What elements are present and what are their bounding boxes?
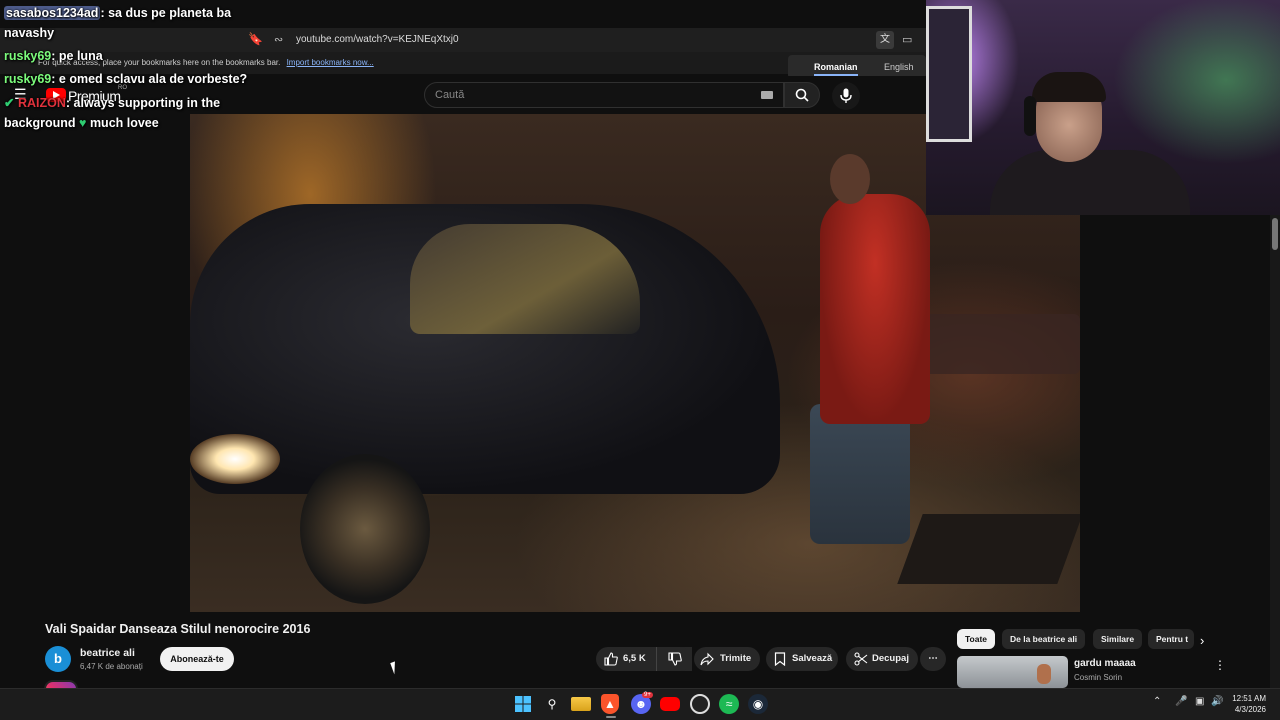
subscribe-button[interactable]: Abonează-te	[160, 647, 234, 671]
thumbs-down-icon	[668, 652, 682, 666]
chevron-right-icon[interactable]: ›	[1200, 633, 1204, 648]
clip-label: Decupaj	[872, 653, 909, 664]
discord-badge: 9+	[642, 692, 653, 698]
save-button[interactable]: Salvează	[766, 647, 838, 671]
chat-username: RAIZON	[17, 96, 66, 110]
chat-message: sasabos1234ad: sa dus pe planeta ba	[4, 6, 231, 21]
windows-logo-icon	[515, 696, 531, 712]
site-info-icon[interactable]: ∾	[274, 30, 283, 50]
video-frame-person-head	[830, 154, 870, 204]
clock-time: 12:51 AM	[1232, 694, 1266, 703]
cast-icon[interactable]: ▭	[902, 33, 912, 46]
chat-username: sasabos1234ad	[4, 6, 101, 20]
chip-all[interactable]: Toate	[957, 629, 996, 649]
tray-chevron-up-icon[interactable]: ⌃	[1153, 696, 1161, 707]
file-explorer-icon[interactable]	[571, 697, 591, 711]
green-heart-icon: ♥	[79, 116, 87, 130]
scrollbar-thumb[interactable]	[1272, 218, 1278, 250]
spotify-icon[interactable]: ≈	[719, 694, 739, 714]
taskbar-clock[interactable]: 12:51 AM 4/3/2026	[1226, 693, 1266, 715]
video-frame-wheel	[300, 454, 430, 604]
kebab-menu-icon[interactable]: ⋮	[1214, 658, 1226, 672]
recommendation-thumbnail[interactable]	[957, 656, 1068, 688]
scrollbar[interactable]	[1270, 215, 1280, 688]
taskbar-active-indicator	[606, 716, 616, 718]
network-icon[interactable]: ▣	[1195, 696, 1204, 707]
bookmark-icon[interactable]: 🔖	[248, 32, 263, 46]
chip-from-channel[interactable]: De la beatrice ali	[1002, 629, 1086, 649]
dislike-button[interactable]	[656, 647, 692, 671]
keyboard-icon[interactable]	[761, 91, 773, 99]
microphone-tray-icon[interactable]: 🎤	[1175, 696, 1187, 707]
brave-browser-icon[interactable]: ▲	[601, 694, 619, 714]
chat-text: background	[4, 116, 76, 130]
youtube-app-icon[interactable]	[660, 697, 680, 711]
search-icon	[795, 88, 809, 102]
share-icon	[700, 652, 714, 666]
chat-username: rusky69	[4, 49, 52, 63]
recommendation-channel[interactable]: Cosmin Sorin	[1074, 673, 1122, 682]
bookmark-save-icon	[774, 652, 786, 666]
webcam-streamer-body	[990, 150, 1190, 215]
video-frame-person	[820, 194, 930, 424]
webcam-monitor	[926, 6, 972, 142]
url-text: youtube.com/watch?v=KEJNEqXtxj0	[296, 34, 459, 45]
save-label: Salvează	[792, 653, 833, 664]
webcam-overlay	[926, 0, 1280, 215]
webcam-headset	[1024, 96, 1036, 136]
translate-lang-from[interactable]: Romanian	[814, 62, 858, 76]
video-frame-mat	[897, 514, 1080, 584]
voice-search-button[interactable]	[832, 82, 860, 110]
search-button[interactable]	[784, 82, 820, 108]
chat-message-continuation: navashy	[4, 26, 55, 40]
video-frame-headlight	[190, 434, 280, 484]
verified-icon: ✔	[4, 96, 15, 110]
chip-for-you[interactable]: Pentru t	[1148, 629, 1194, 649]
translate-icon[interactable]: 文	[876, 31, 894, 49]
chat-text: : always supporting in the	[65, 96, 221, 110]
steam-icon[interactable]: ◉	[748, 694, 768, 714]
more-actions-icon[interactable]: ⋯	[920, 647, 946, 671]
share-button[interactable]: Trimite	[694, 647, 760, 671]
import-bookmarks-link[interactable]: Import bookmarks now...	[287, 58, 374, 67]
chat-text: much lovee	[89, 116, 159, 130]
webcam-streamer-hair	[1032, 72, 1106, 102]
clock-date: 4/3/2026	[1234, 705, 1266, 714]
translate-lang-to[interactable]: English	[884, 62, 914, 72]
chat-message: rusky69: e omed sclavu ala de vorbeste?	[4, 72, 247, 87]
volume-icon[interactable]: 🔊	[1211, 696, 1223, 707]
chip-related[interactable]: Similare	[1093, 629, 1143, 649]
mouse-cursor-icon	[390, 659, 404, 675]
subscriber-count: 6,47 K de abonați	[80, 662, 143, 671]
like-count: 6,5 K	[623, 653, 646, 664]
microphone-icon	[840, 88, 852, 103]
video-frame-person-legs	[810, 404, 910, 544]
channel-name[interactable]: beatrice ali	[80, 647, 135, 659]
share-label: Trimite	[720, 653, 752, 664]
chat-text: : e omed sclavu ala de vorbeste?	[51, 72, 248, 86]
obs-icon[interactable]	[690, 694, 710, 714]
taskbar-search-icon[interactable]: ⚲	[542, 694, 562, 714]
clip-button[interactable]: Decupaj	[846, 647, 918, 671]
chat-text: : sa dus pe planeta ba	[100, 6, 232, 20]
scissors-icon	[854, 652, 868, 666]
video-title: Vali Spaidar Danseaza Stilul nenorocire …	[45, 622, 311, 636]
video-frame-car-window	[410, 224, 640, 334]
chat-message: ✔ RAIZON: always supporting in the	[4, 96, 220, 111]
search-input[interactable]: Caută	[424, 82, 784, 108]
url-field[interactable]: ∾ youtube.com/watch?v=KEJNEqXtxj0	[268, 30, 878, 50]
chat-message: rusky69: pe luna	[4, 49, 103, 64]
channel-avatar[interactable]: b	[45, 646, 71, 672]
chat-text: : pe luna	[51, 49, 103, 63]
chat-username: rusky69	[4, 72, 52, 86]
recommendation-title[interactable]: gardu maaaa	[1074, 658, 1136, 669]
chat-message-continuation: background ♥ much lovee	[4, 116, 159, 131]
thumbs-up-icon	[604, 652, 618, 666]
windows-start-icon[interactable]	[513, 694, 533, 714]
